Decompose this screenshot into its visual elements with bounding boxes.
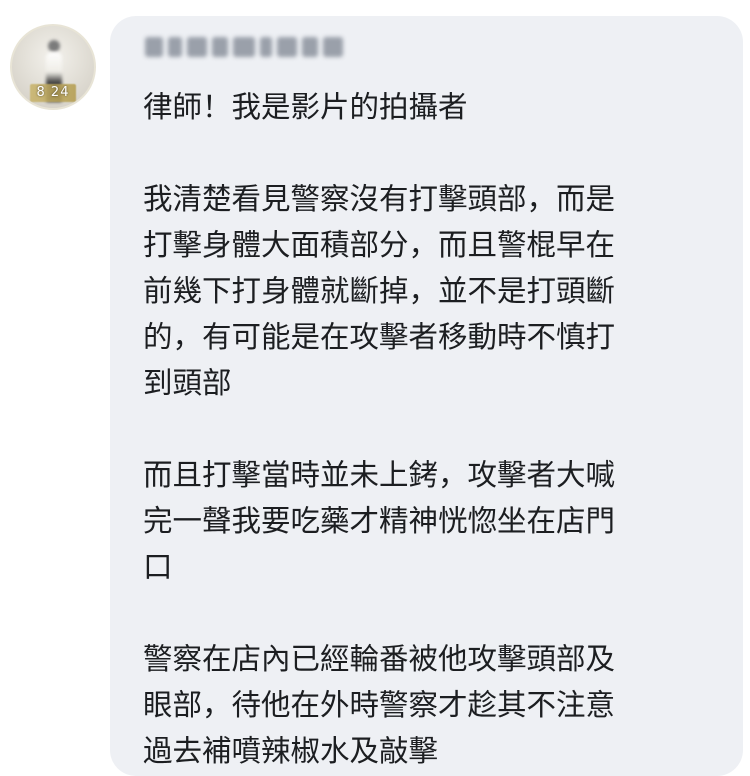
avatar-head-shape: [48, 40, 60, 52]
message-line: 律師！我是影片的拍攝者: [143, 90, 468, 124]
message-line: 眼部，待他在外時警察才趁其不注意: [143, 688, 616, 722]
message-line: 我清楚看見警察沒有打擊頭部，而是: [143, 182, 616, 216]
message-line: 過去補噴辣椒水及敲擊: [143, 734, 439, 768]
comment-text: 律師！我是影片的拍攝者 我清楚看見警察沒有打擊頭部，而是 打擊身體大面積部分，而…: [143, 84, 728, 774]
message-line: 警察在店內已經輪番被他攻擊頭部及: [143, 642, 616, 676]
message-line: 的，有可能是在攻擊者移動時不慎打: [143, 320, 616, 354]
message-line: 前幾下打身體就斷掉，並不是打頭斷: [143, 274, 616, 308]
message-line: 打擊身體大面積部分，而且警棍早在: [143, 228, 616, 262]
sender-name-blurred[interactable]: [145, 34, 345, 60]
message-line: 而且打擊當時並未上銬，攻擊者大喊: [143, 458, 616, 492]
message-line: 口: [143, 550, 173, 584]
avatar-caption: 8 24: [36, 85, 70, 100]
message-line: 完一聲我要吃藥才精神恍惚坐在店門: [143, 504, 616, 538]
avatar[interactable]: 8 24: [10, 24, 96, 110]
message-line: 到頭部: [143, 366, 232, 400]
